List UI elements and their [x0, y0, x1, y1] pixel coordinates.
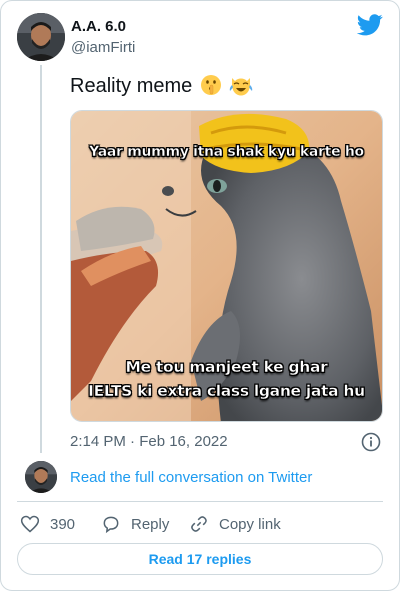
info-icon[interactable] [361, 432, 381, 452]
reply-bubble-icon [103, 516, 119, 534]
reply-label: Reply [131, 515, 170, 533]
meme-caption-top: Yaar mummy itna shak kyu karte ho [89, 144, 364, 160]
meme-caption-bottom-line-2: IELTS ki extra class lgane jata hu [88, 382, 365, 400]
tweet-timestamp[interactable]: 2:14 PM · Feb 16, 2022 [70, 433, 228, 450]
tweet-text-content: Reality meme [70, 75, 193, 97]
author-avatar-small[interactable] [25, 461, 57, 493]
tweet-media-image[interactable]: Yaar mummy itna shak kyu karte ho Me tou… [70, 110, 383, 422]
like-count: 390 [50, 515, 76, 533]
heart-icon [20, 515, 40, 533]
crying-laughing-cat-icon [229, 74, 253, 102]
shushing-face-icon [200, 74, 222, 102]
author-display-name[interactable]: ‎A.A. 6.0 [71, 18, 126, 35]
link-icon [191, 516, 207, 532]
tweet-text: Reality meme [70, 74, 253, 102]
like-button[interactable]: 390 [20, 512, 75, 536]
copy-link-label: Copy link [219, 515, 281, 533]
meme-caption-bottom-line-1: Me tou manjeet ke ghar [125, 358, 328, 376]
divider [17, 501, 383, 502]
reply-button[interactable]: Reply [101, 512, 169, 536]
copy-link-button[interactable]: Copy link [189, 512, 281, 536]
author-avatar[interactable] [17, 13, 65, 61]
thread-connector-line [40, 65, 42, 453]
read-replies-button[interactable]: Read 17 replies [17, 543, 383, 575]
author-handle[interactable]: @iamFirti [71, 39, 135, 56]
twitter-bird-icon[interactable] [357, 14, 383, 36]
read-full-conversation-link[interactable]: Read the full conversation on Twitter [70, 469, 312, 486]
tweet-embed-card: ‎A.A. 6.0 @iamFirti Reality meme [0, 0, 400, 591]
